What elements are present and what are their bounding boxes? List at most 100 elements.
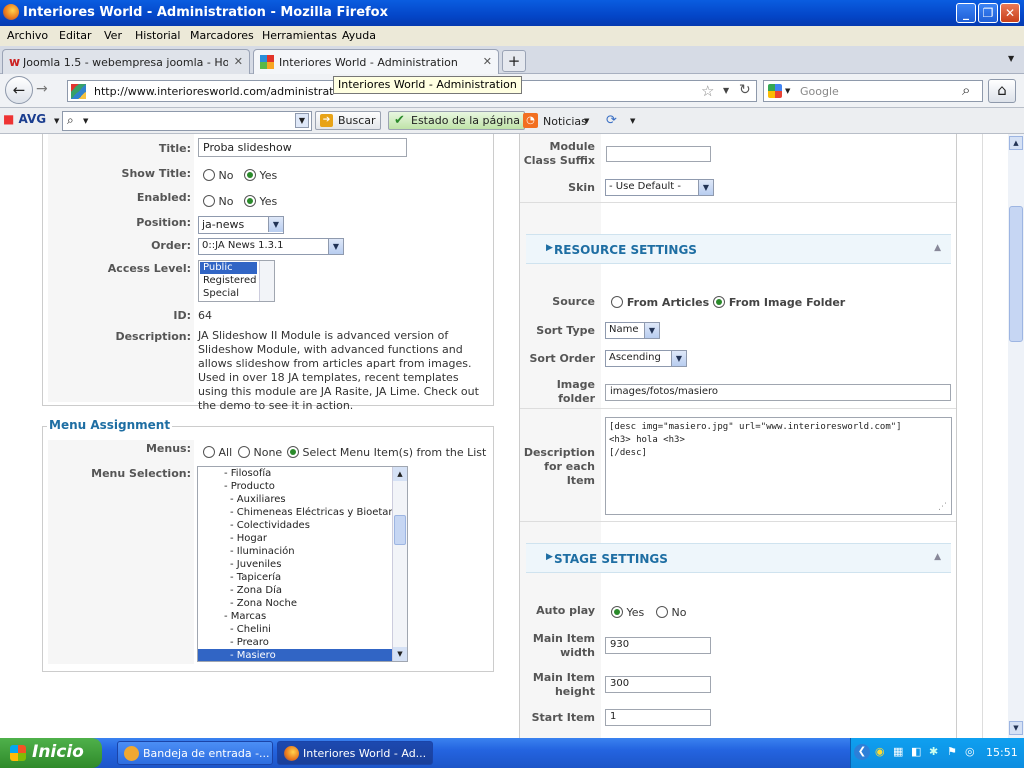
tray-bluetooth-icon[interactable]: ✱ (929, 745, 938, 758)
search-bar[interactable]: ▼ Google ⌕ (763, 80, 983, 102)
forward-button[interactable]: → (36, 81, 48, 97)
page-vertical-scrollbar[interactable]: ▲ ▼ (1008, 134, 1024, 738)
main-item-height-input[interactable]: 300 (605, 676, 711, 693)
menu-list-scrollbar[interactable]: ▲ ▼ (392, 467, 407, 661)
menu-selection-item[interactable]: - Masiero (198, 649, 393, 661)
noticias-button[interactable]: Noticias (543, 115, 587, 128)
bookmark-star-icon[interactable]: ☆ (701, 82, 714, 100)
menu-ayuda[interactable]: Ayuda (342, 29, 376, 42)
radio-icon[interactable] (611, 296, 623, 308)
position-select[interactable]: ja-news ▼ (198, 216, 284, 234)
search-engine-dropdown-icon[interactable]: ▼ (785, 87, 790, 95)
scroll-up-icon[interactable]: ▲ (393, 467, 407, 481)
search-icon[interactable]: ⌕ (962, 81, 970, 99)
scrollbar-thumb[interactable] (394, 515, 406, 545)
tab-interiores[interactable]: Interiores World - Administration ✕ (253, 49, 499, 74)
back-button[interactable]: ← (5, 76, 33, 104)
show-title-yes[interactable]: Yes (244, 169, 277, 182)
menu-archivo[interactable]: Archivo (7, 29, 48, 42)
taskbar-item-firefox[interactable]: Interiores World - Ad... (277, 741, 433, 765)
menu-selection-item[interactable]: - Juveniles (198, 558, 393, 571)
radio-icon[interactable] (203, 169, 215, 181)
main-item-width-input[interactable]: 930 (605, 637, 711, 654)
tab-list-icon[interactable]: ▼ (1008, 54, 1014, 63)
menu-selection-item[interactable]: - Iluminación (198, 545, 393, 558)
radio-selected-icon[interactable] (713, 296, 725, 308)
noticias-dropdown-icon[interactable]: ▼ (584, 117, 589, 125)
menu-selection-item[interactable]: - Hogar (198, 532, 393, 545)
tray-expand-icon[interactable]: ❮ (854, 744, 870, 760)
tray-update-icon[interactable]: ◎ (965, 745, 975, 758)
sort-type-select[interactable]: Name ▼ (605, 322, 660, 339)
avg-search-input[interactable]: ⌕ ▼ ▼ (62, 111, 312, 131)
enabled-no[interactable]: No (203, 195, 233, 208)
tray-avg-icon[interactable]: ◉ (875, 745, 885, 758)
access-option-registered[interactable]: Registered (200, 275, 257, 286)
auto-play-no[interactable]: No (656, 606, 686, 619)
search-options-icon[interactable]: ▼ (83, 117, 88, 125)
scroll-down-icon[interactable]: ▼ (393, 647, 407, 661)
taskbar-item-mail[interactable]: Bandeja de entrada -... (117, 741, 273, 765)
collapse-icon[interactable]: ▲ (934, 552, 941, 562)
menu-selection-item[interactable]: - Producto (198, 480, 393, 493)
source-articles[interactable]: From Articles (611, 296, 709, 309)
image-folder-input[interactable]: images/fotos/masiero (605, 384, 951, 401)
menu-herramientas[interactable]: Herramientas (262, 29, 337, 42)
close-button[interactable]: ✕ (1000, 3, 1020, 23)
show-title-no[interactable]: No (203, 169, 233, 182)
resource-settings-header[interactable]: ▶ RESOURCE SETTINGS ▲ (526, 234, 951, 264)
menus-all[interactable]: All (203, 446, 232, 459)
description-each-item-textarea[interactable]: [desc img="masiero.jpg" url="www.interio… (605, 417, 952, 515)
access-option-public[interactable]: Public (200, 262, 257, 274)
menu-selection-item[interactable]: - Prearo (198, 636, 393, 649)
title-input[interactable]: Proba slideshow (198, 138, 407, 157)
skin-select[interactable]: - Use Default - ▼ (605, 179, 714, 196)
order-select[interactable]: 0::JA News 1.3.1 ▼ (198, 238, 344, 255)
menu-selection-item[interactable]: - Filosofía (198, 467, 393, 480)
menu-selection-item[interactable]: - Colectividades (198, 519, 393, 532)
auto-play-yes[interactable]: Yes (611, 606, 644, 619)
enabled-yes[interactable]: Yes (244, 195, 277, 208)
menu-selection-item[interactable]: - Auxiliares (198, 493, 393, 506)
scroll-up-icon[interactable]: ▲ (1009, 136, 1023, 150)
radio-icon[interactable] (203, 446, 215, 458)
menus-none[interactable]: None (238, 446, 282, 459)
reload-icon[interactable]: ↻ (739, 82, 751, 98)
avg-logo[interactable]: ■ AVG (3, 112, 46, 126)
menu-selection-list[interactable]: - Filosofía - Producto - Auxiliares - Chime… (197, 466, 408, 662)
scroll-down-icon[interactable]: ▼ (1009, 721, 1023, 735)
access-option-special[interactable]: Special (200, 288, 257, 299)
menu-historial[interactable]: Historial (135, 29, 180, 42)
radio-icon[interactable] (656, 606, 668, 618)
collapse-icon[interactable]: ▲ (934, 243, 941, 253)
tray-speaker-icon[interactable]: ◧ (911, 745, 921, 758)
start-item-input[interactable]: 1 (605, 709, 711, 726)
stage-settings-header[interactable]: ▶ STAGE SETTINGS ▲ (526, 543, 951, 573)
start-button[interactable]: Inicio (0, 738, 102, 768)
menu-selection-item[interactable]: - Marcas (198, 610, 393, 623)
tray-network-icon[interactable]: ▦ (893, 745, 903, 758)
menu-selection-item[interactable]: - Tapicería (198, 571, 393, 584)
radio-icon[interactable] (203, 195, 215, 207)
close-tab-icon[interactable]: ✕ (483, 55, 492, 68)
menu-selection-item[interactable]: - Chelini (198, 623, 393, 636)
menu-ver[interactable]: Ver (104, 29, 122, 42)
radio-selected-icon[interactable] (611, 606, 623, 618)
estado-button[interactable]: ✔ Estado de la página (388, 111, 525, 130)
buscar-button[interactable]: ➔ Buscar (315, 111, 381, 130)
tray-security-icon[interactable]: ⚑ (947, 745, 957, 758)
resize-grip-icon[interactable]: ⋰ (938, 502, 947, 512)
search-history-dropdown-icon[interactable]: ▼ (295, 113, 309, 128)
radio-icon[interactable] (238, 446, 250, 458)
new-tab-button[interactable]: + (502, 50, 526, 72)
menus-select[interactable]: Select Menu Item(s) from the List (287, 446, 486, 459)
menu-selection-item[interactable]: - Zona Noche (198, 597, 393, 610)
tab-joomla[interactable]: w Joomla 1.5 - webempresa joomla - Hosti… (2, 49, 250, 74)
avg-menu-icon[interactable]: ▼ (54, 117, 59, 125)
url-dropdown-icon[interactable]: ▼ (723, 86, 729, 95)
access-level-list[interactable]: Public Registered Special (198, 260, 275, 302)
sort-order-select[interactable]: Ascending ▼ (605, 350, 687, 367)
avg-extra-dropdown-icon[interactable]: ▼ (630, 117, 635, 125)
scrollbar-thumb[interactable] (1009, 206, 1023, 342)
close-tab-icon[interactable]: ✕ (234, 55, 243, 68)
